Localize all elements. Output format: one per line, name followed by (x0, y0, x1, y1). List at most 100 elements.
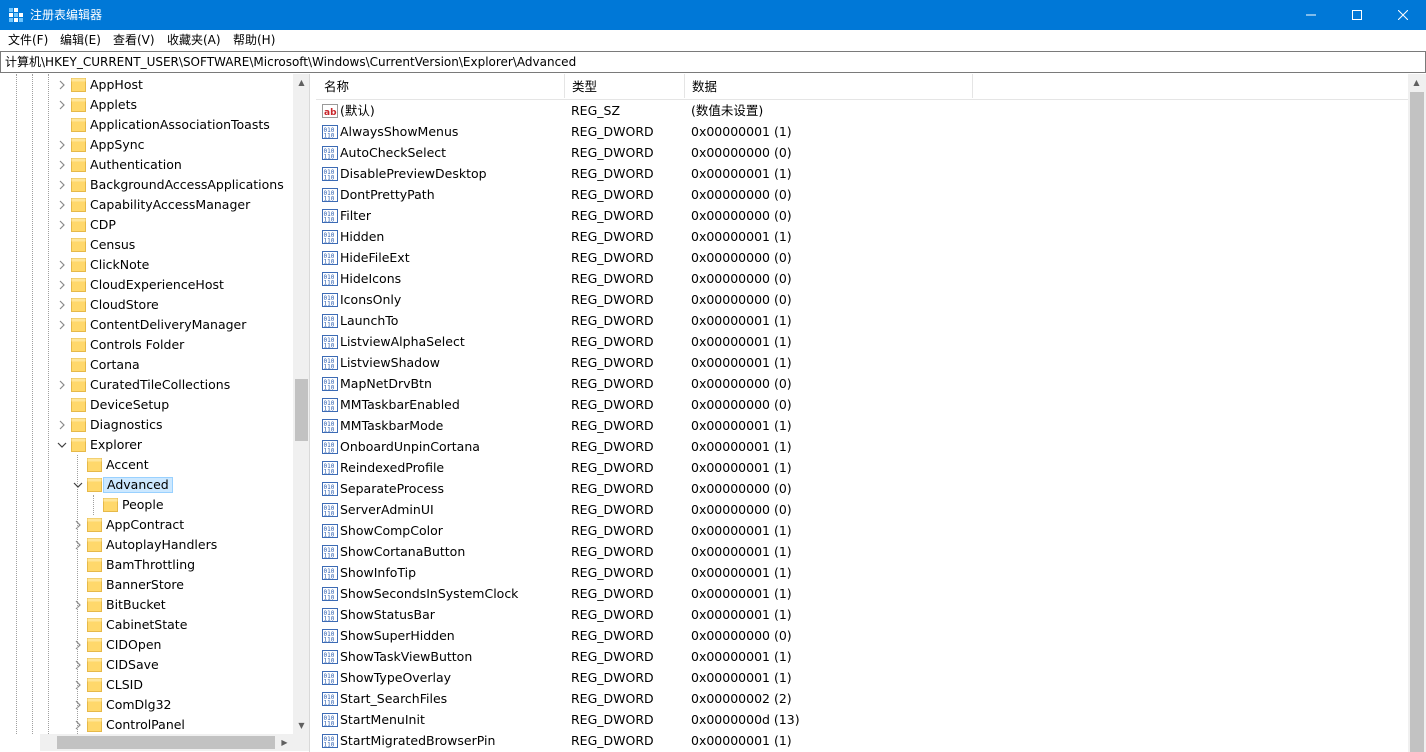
registry-value-row[interactable]: 010 110 Hidden REG_DWORD 0x00000001 (1) (316, 226, 1408, 247)
tree-item[interactable]: ComDlg32 (0, 695, 293, 715)
tree-item[interactable]: BamThrottling (0, 555, 293, 575)
tree-item[interactable]: AppContract (0, 515, 293, 535)
tree-vertical-scrollbar[interactable]: ▲ ▼ (293, 74, 309, 734)
collapsed-chevron-icon[interactable] (56, 219, 68, 231)
tree-item[interactable]: CuratedTileCollections (0, 375, 293, 395)
registry-value-row[interactable]: 010 110 LaunchTo REG_DWORD 0x00000001 (1) (316, 310, 1408, 331)
registry-value-row[interactable]: 010 110 ListviewAlphaSelect REG_DWORD 0x0000… (316, 331, 1408, 352)
column-divider[interactable] (972, 74, 973, 98)
collapsed-chevron-icon[interactable] (56, 99, 68, 111)
address-path[interactable]: 计算机\HKEY_CURRENT_USER\SOFTWARE\Microsoft… (5, 55, 576, 70)
menu-view[interactable]: 查看(V) (111, 32, 157, 49)
registry-value-row[interactable]: 010 110 AlwaysShowMenus REG_DWORD 0x00000001… (316, 121, 1408, 142)
collapsed-chevron-icon[interactable] (56, 279, 68, 291)
tree-item[interactable]: ApplicationAssociationToasts (0, 115, 293, 135)
tree-item[interactable]: Applets (0, 95, 293, 115)
minimize-button[interactable] (1288, 0, 1334, 30)
values-list-pane[interactable]: 名称 类型 数据 ab (默认) REG_SZ (数值未设置) 010 110 Always… (316, 74, 1426, 752)
scroll-up-arrow-icon[interactable]: ▲ (293, 74, 309, 91)
tree-horizontal-scroll-thumb[interactable] (57, 736, 275, 749)
list-vertical-scroll-thumb[interactable] (1410, 92, 1424, 752)
registry-value-row[interactable]: 010 110 AutoCheckSelect REG_DWORD 0x00000000… (316, 142, 1408, 163)
registry-value-row[interactable]: 010 110 StartMenuInit REG_DWORD 0x0000000d (… (316, 709, 1408, 730)
column-header-name[interactable]: 名称 (316, 79, 349, 96)
registry-value-row[interactable]: 010 110 HideFileExt REG_DWORD 0x00000000 (0) (316, 247, 1408, 268)
scroll-right-arrow-icon[interactable]: ▶ (276, 734, 293, 751)
registry-value-row[interactable]: 010 110 MMTaskbarMode REG_DWORD 0x00000001 (… (316, 415, 1408, 436)
collapsed-chevron-icon[interactable] (56, 379, 68, 391)
collapsed-chevron-icon[interactable] (72, 699, 84, 711)
tree-item[interactable]: CIDOpen (0, 635, 293, 655)
tree-item[interactable]: ClickNote (0, 255, 293, 275)
registry-value-row[interactable]: 010 110 MapNetDrvBtn REG_DWORD 0x00000000 (0… (316, 373, 1408, 394)
registry-value-row[interactable]: 010 110 ShowCortanaButton REG_DWORD 0x000000… (316, 541, 1408, 562)
menu-file[interactable]: 文件(F) (6, 32, 50, 49)
registry-value-row[interactable]: 010 110 ShowInfoTip REG_DWORD 0x00000001 (1) (316, 562, 1408, 583)
registry-value-row[interactable]: 010 110 HideIcons REG_DWORD 0x00000000 (0) (316, 268, 1408, 289)
registry-value-row[interactable]: 010 110 Start_SearchFiles REG_DWORD 0x000000… (316, 688, 1408, 709)
expanded-chevron-icon[interactable] (72, 479, 84, 491)
tree-item[interactable]: CapabilityAccessManager (0, 195, 293, 215)
collapsed-chevron-icon[interactable] (72, 679, 84, 691)
registry-value-row[interactable]: 010 110 OnboardUnpinCortana REG_DWORD 0x0000… (316, 436, 1408, 457)
expanded-chevron-icon[interactable] (56, 439, 68, 451)
key-tree-pane[interactable]: AppHost Applets ApplicationAssociationToas… (0, 74, 310, 752)
tree-item[interactable]: DeviceSetup (0, 395, 293, 415)
tree-item[interactable]: ControlPanel (0, 715, 293, 735)
list-vertical-scrollbar[interactable]: ▲ (1408, 74, 1426, 752)
registry-value-row[interactable]: 010 110 StartMigratedBrowserPin REG_DWORD 0x… (316, 730, 1408, 751)
registry-value-row[interactable]: 010 110 ShowTypeOverlay REG_DWORD 0x00000001… (316, 667, 1408, 688)
tree-item[interactable]: CloudStore (0, 295, 293, 315)
registry-value-row[interactable]: 010 110 ListviewShadow REG_DWORD 0x00000001 … (316, 352, 1408, 373)
maximize-button[interactable] (1334, 0, 1380, 30)
collapsed-chevron-icon[interactable] (56, 139, 68, 151)
tree-item[interactable]: AutoplayHandlers (0, 535, 293, 555)
column-header-type[interactable]: 类型 (564, 79, 597, 96)
collapsed-chevron-icon[interactable] (72, 519, 84, 531)
menu-edit[interactable]: 编辑(E) (58, 32, 103, 49)
tree-item[interactable]: Census (0, 235, 293, 255)
collapsed-chevron-icon[interactable] (56, 159, 68, 171)
tree-item[interactable]: Diagnostics (0, 415, 293, 435)
tree-item[interactable]: AppSync (0, 135, 293, 155)
registry-value-row[interactable]: 010 110 ShowCompColor REG_DWORD 0x00000001 (… (316, 520, 1408, 541)
tree-item[interactable]: BitBucket (0, 595, 293, 615)
menu-favorites[interactable]: 收藏夹(A) (165, 32, 223, 49)
registry-value-row[interactable]: 010 110 MMTaskbarEnabled REG_DWORD 0x0000000… (316, 394, 1408, 415)
registry-value-row[interactable]: ab (默认) REG_SZ (数值未设置) (316, 100, 1408, 121)
tree-item[interactable]: BackgroundAccessApplications (0, 175, 293, 195)
tree-horizontal-scrollbar[interactable]: ▶ (40, 734, 309, 751)
tree-item[interactable]: BannerStore (0, 575, 293, 595)
tree-item[interactable]: Authentication (0, 155, 293, 175)
collapsed-chevron-icon[interactable] (72, 599, 84, 611)
registry-value-row[interactable]: 010 110 Filter REG_DWORD 0x00000000 (0) (316, 205, 1408, 226)
scroll-up-arrow-icon[interactable]: ▲ (1408, 74, 1425, 91)
tree-item[interactable]: CDP (0, 215, 293, 235)
registry-value-row[interactable]: 010 110 SeparateProcess REG_DWORD 0x00000000… (316, 478, 1408, 499)
address-bar[interactable]: 计算机\HKEY_CURRENT_USER\SOFTWARE\Microsoft… (0, 51, 1426, 73)
collapsed-chevron-icon[interactable] (56, 419, 68, 431)
tree-item[interactable]: AppHost (0, 75, 293, 95)
collapsed-chevron-icon[interactable] (56, 79, 68, 91)
registry-value-row[interactable]: 010 110 ShowStatusBar REG_DWORD 0x00000001 (… (316, 604, 1408, 625)
tree-item[interactable]: Accent (0, 455, 293, 475)
collapsed-chevron-icon[interactable] (56, 179, 68, 191)
collapsed-chevron-icon[interactable] (56, 259, 68, 271)
collapsed-chevron-icon[interactable] (56, 199, 68, 211)
tree-item[interactable]: Controls Folder (0, 335, 293, 355)
registry-value-row[interactable]: 010 110 ReindexedProfile REG_DWORD 0x0000000… (316, 457, 1408, 478)
tree-item[interactable]: People (0, 495, 293, 515)
registry-value-row[interactable]: 010 110 DisablePreviewDesktop REG_DWORD 0x00… (316, 163, 1408, 184)
close-button[interactable] (1380, 0, 1426, 30)
column-header-data[interactable]: 数据 (684, 79, 717, 96)
tree-item[interactable]: Advanced (0, 475, 293, 495)
collapsed-chevron-icon[interactable] (56, 299, 68, 311)
collapsed-chevron-icon[interactable] (56, 319, 68, 331)
registry-value-row[interactable]: 010 110 ServerAdminUI REG_DWORD 0x00000000 (… (316, 499, 1408, 520)
tree-vertical-scroll-thumb[interactable] (295, 379, 308, 441)
tree-item[interactable]: CabinetState (0, 615, 293, 635)
menu-help[interactable]: 帮助(H) (231, 32, 277, 49)
registry-value-row[interactable]: 010 110 DontPrettyPath REG_DWORD 0x00000000 … (316, 184, 1408, 205)
collapsed-chevron-icon[interactable] (72, 539, 84, 551)
collapsed-chevron-icon[interactable] (72, 639, 84, 651)
